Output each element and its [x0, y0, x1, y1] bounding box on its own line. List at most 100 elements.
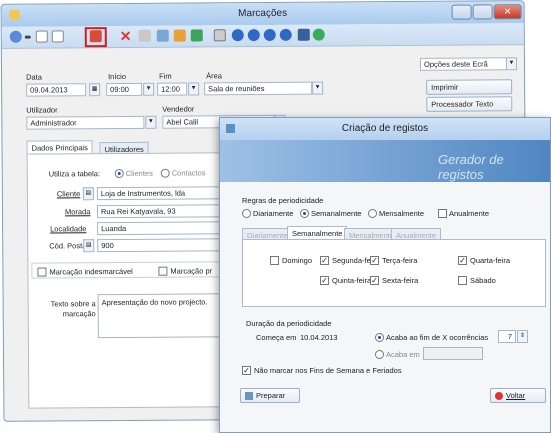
- last-record-icon[interactable]: [279, 28, 292, 41]
- delete-icon[interactable]: ✕: [120, 28, 132, 45]
- weekday-checkbox[interactable]: ✓: [370, 256, 379, 265]
- copy-icon[interactable]: [51, 30, 64, 43]
- text-processor-button[interactable]: Processador Texto: [426, 96, 513, 112]
- contactos-radio[interactable]: [160, 168, 170, 178]
- clientes-radio[interactable]: [114, 168, 124, 179]
- data-label: Data: [26, 72, 42, 82]
- new-icon[interactable]: [35, 30, 48, 43]
- diariamente-label: Diariamente: [253, 209, 294, 218]
- inicio-dropdown[interactable]: ▼: [143, 82, 155, 96]
- acaba-em-radio[interactable]: [375, 350, 384, 359]
- ocorrencias-field[interactable]: 7: [498, 330, 516, 343]
- localidade-field[interactable]: Luanda: [97, 221, 228, 236]
- fim-field[interactable]: 12:00: [157, 82, 188, 96]
- cliente-lookup-icon[interactable]: ▤: [82, 187, 94, 201]
- data-field[interactable]: 09.04.2013: [26, 83, 87, 97]
- close-button[interactable]: ✕: [493, 4, 522, 20]
- nao-marcar-checkbox[interactable]: ✓: [242, 366, 251, 375]
- utilizador-field[interactable]: Administrador: [26, 115, 145, 130]
- voltar-button[interactable]: Voltar: [490, 388, 546, 404]
- ocorrencias-spinner-icon[interactable]: ⇕: [517, 330, 528, 343]
- cliente-field[interactable]: Loja de Instrumentos, lda: [96, 186, 227, 201]
- weekday-checkbox[interactable]: ✓: [320, 276, 329, 285]
- grid-icon[interactable]: [156, 29, 169, 42]
- registos-dialog: Criação de registos Gerador de registos …: [219, 117, 551, 433]
- mensalmente-radio[interactable]: [368, 209, 377, 218]
- weekday-label: Sexta-feira: [382, 276, 419, 285]
- options-select[interactable]: Opções deste Ecrã: [419, 57, 509, 71]
- voltar-icon: [495, 392, 503, 401]
- print-button[interactable]: Imprimir: [426, 79, 513, 95]
- preview-icon[interactable]: [213, 29, 226, 42]
- contactos-label: Contactos: [171, 168, 206, 178]
- inicio-label: Início: [108, 71, 127, 82]
- nao-marcar-label: Não marcar nos Fins de Semana e Feriados: [254, 366, 402, 375]
- texto-label: Texto sobre a marcação: [50, 299, 96, 319]
- previous-record-icon[interactable]: [247, 29, 260, 42]
- clientes-label: Clientes: [125, 168, 153, 178]
- diariamente-radio[interactable]: [242, 209, 251, 218]
- utilizador-label: Utilizador: [26, 105, 58, 115]
- marcacao-pr-checkbox[interactable]: [158, 266, 168, 276]
- calendar-icon[interactable]: [89, 30, 102, 43]
- weekday-label: Quinta-feira: [332, 276, 372, 285]
- refresh-icon[interactable]: [312, 28, 325, 41]
- cliente-label: Cliente: [56, 189, 81, 199]
- semanalmente-radio[interactable]: [300, 209, 309, 218]
- excel-icon[interactable]: [190, 29, 203, 42]
- acaba-em-field[interactable]: [423, 347, 483, 360]
- dropdown-icon[interactable]: [24, 35, 31, 39]
- anualmente-checkbox[interactable]: [438, 209, 447, 218]
- texto-field[interactable]: Apresentação do novo projecto.: [97, 293, 228, 339]
- maximize-button[interactable]: [472, 4, 493, 20]
- vendedor-label: Vendedor: [162, 104, 195, 114]
- area-dropdown[interactable]: ▼: [312, 81, 324, 95]
- weekday-label: Quarta-feira: [470, 256, 511, 265]
- acaba-x-label: Acaba ao fim de X ocorrências: [386, 333, 489, 342]
- morada-field[interactable]: Rua Rei Katyavala, 93: [96, 204, 228, 219]
- weekday-checkbox[interactable]: [270, 256, 279, 265]
- area-field[interactable]: Sala de reuniões: [204, 81, 313, 96]
- fim-label: Fim: [159, 71, 172, 81]
- preparar-button[interactable]: Preparar: [240, 388, 300, 404]
- calendar-picker-icon[interactable]: ▦: [89, 83, 101, 97]
- save-icon[interactable]: [297, 28, 310, 41]
- mensalmente-label: Mensalmente: [379, 209, 425, 218]
- next-record-icon[interactable]: [263, 28, 276, 41]
- indesmarcavel-checkbox[interactable]: [37, 267, 47, 277]
- utiliza-label: Utiliza a tabela:: [48, 169, 101, 179]
- utilizador-dropdown[interactable]: ▼: [145, 115, 157, 129]
- cod-postal-lookup-icon[interactable]: ▤: [83, 239, 95, 253]
- weekday-checkbox[interactable]: ✓: [458, 256, 467, 265]
- inicio-field[interactable]: 09:00: [106, 82, 143, 97]
- area-label: Área: [206, 71, 222, 81]
- minimize-button[interactable]: [451, 4, 472, 20]
- localidade-label: Localidade: [50, 224, 87, 234]
- duracao-label: Duração da periodicidade: [246, 319, 332, 328]
- search-icon[interactable]: [9, 30, 22, 43]
- comeca-value[interactable]: 10.04.2013: [300, 333, 338, 342]
- indesmarcavel-label: Marcação indesmarcável: [49, 266, 133, 277]
- fim-dropdown[interactable]: ▼: [188, 82, 200, 96]
- weekday-label: Sábado: [470, 276, 496, 285]
- edit-icon[interactable]: [138, 29, 151, 42]
- acaba-x-radio[interactable]: [375, 333, 384, 342]
- first-record-icon[interactable]: [231, 29, 244, 42]
- list-icon[interactable]: [173, 29, 186, 42]
- window-title: Marcações: [238, 7, 288, 20]
- anualmente-label: Anualmente: [449, 209, 490, 218]
- weekday-label: Terça-feira: [382, 256, 418, 265]
- dialog-tab-panel: [242, 239, 546, 307]
- weekday-checkbox[interactable]: ✓: [370, 276, 379, 285]
- weekday-checkbox[interactable]: [458, 276, 467, 285]
- dialog-title-bar: Criação de registos: [220, 118, 550, 140]
- morada-label: Morada: [64, 207, 91, 217]
- banner-text: Gerador de registos: [438, 152, 504, 182]
- tab-semanalmente[interactable]: Semanalmente: [287, 226, 348, 240]
- preparar-icon: [245, 392, 253, 401]
- chevron-down-icon[interactable]: ▼: [505, 57, 518, 71]
- dialog-banner: Gerador de registos: [220, 140, 550, 182]
- regras-label: Regras de periodicidade: [242, 196, 324, 205]
- weekday-checkbox[interactable]: ✓: [320, 256, 329, 265]
- cod-postal-field[interactable]: 900: [97, 238, 228, 253]
